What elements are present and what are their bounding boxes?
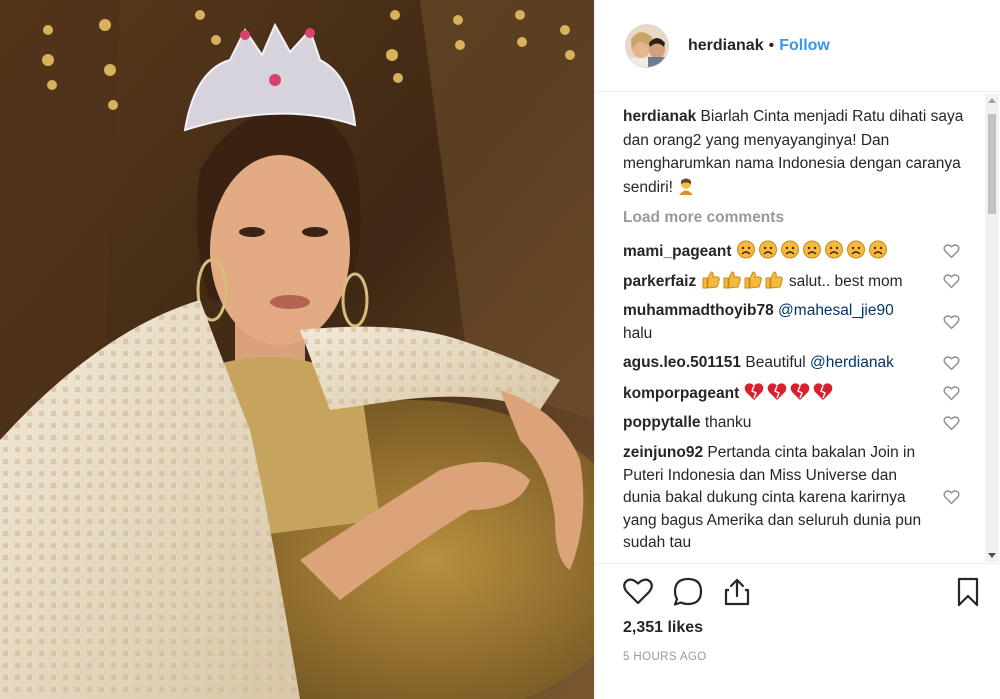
small-heart-icon[interactable] [943, 385, 960, 401]
disappointed-face-icon [736, 240, 887, 259]
small-heart-icon[interactable] [943, 489, 960, 505]
post-timestamp[interactable]: 5 HOURS AGO [623, 651, 707, 663]
comment-username[interactable]: agus.leo.501151 [623, 354, 741, 371]
bookmark-icon[interactable] [952, 576, 984, 608]
comment-username[interactable]: muhammadthoyib78 [623, 302, 774, 319]
comment-item: agus.leo.501151 Beautiful @herdianak [623, 352, 943, 375]
scrollbar-thumb[interactable] [988, 114, 996, 214]
caption-username[interactable]: herdianak [623, 108, 696, 125]
comments-list[interactable]: herdianak Biarlah Cinta menjadi Ratu dih… [595, 93, 1000, 563]
avatar[interactable] [625, 23, 669, 68]
broken-heart-icon [744, 383, 832, 400]
likes-count[interactable]: 2,351 likes [623, 619, 703, 637]
comment-username[interactable]: parkerfaiz [623, 273, 696, 290]
comment-mention[interactable]: @herdianak [810, 354, 894, 371]
comment-mention[interactable]: @mahesal_jie90 [778, 302, 894, 319]
scroll-down-arrow-icon[interactable] [988, 553, 996, 558]
post-header: herdianak • Follow [595, 0, 1000, 92]
comment-text: salut.. best mom [788, 273, 903, 290]
avatar-image [626, 24, 668, 67]
separator-dot: • [768, 36, 775, 54]
load-more-comments-link[interactable]: Load more comments [623, 209, 784, 227]
comment-text: Beautiful [745, 354, 806, 371]
post-author-username[interactable]: herdianak [688, 37, 764, 55]
comment-text: thanku [704, 414, 752, 431]
post-caption: herdianak Biarlah Cinta menjadi Ratu dih… [623, 105, 968, 199]
post-actions-bar [595, 570, 1000, 614]
small-heart-icon[interactable] [943, 314, 960, 330]
comments-scrollbar[interactable] [985, 94, 999, 562]
comment-item: zeinjuno92 Pertanda cinta bakalan Join i… [623, 442, 928, 555]
comment-text: halu [623, 324, 653, 342]
comment-item: komporpageant [623, 382, 943, 406]
share-icon[interactable] [721, 576, 753, 608]
comment-username[interactable]: poppytalle [623, 414, 701, 431]
scroll-up-arrow-icon[interactable] [988, 98, 996, 103]
comment-item: mami_pageant [623, 240, 943, 264]
small-heart-icon[interactable] [943, 355, 960, 371]
divider [595, 563, 1000, 564]
disappointed-face-emoji-group [736, 240, 890, 260]
thumbs-up-icon [702, 271, 783, 289]
heart-outline-icon[interactable] [622, 576, 654, 608]
small-heart-icon[interactable] [943, 243, 960, 259]
comment-username[interactable]: komporpageant [623, 385, 739, 402]
post-image [0, 0, 594, 699]
post-photo[interactable] [0, 0, 594, 699]
small-heart-icon[interactable] [943, 273, 960, 289]
person-gesturing-icon [679, 178, 694, 195]
comment-item: parkerfaiz salut.. best mom [623, 270, 943, 294]
comment-username[interactable]: mami_pageant [623, 243, 732, 260]
speech-bubble-icon[interactable] [672, 576, 704, 608]
comment-item: muhammadthoyib78 @mahesal_jie90 halu [623, 300, 943, 345]
post-details-panel: herdianak • Follow herdianak Biarlah Cin… [594, 0, 1000, 699]
small-heart-icon[interactable] [943, 415, 960, 431]
comment-item: poppytalle thanku [623, 412, 943, 435]
comment-username[interactable]: zeinjuno92 [623, 444, 703, 461]
follow-button[interactable]: Follow [779, 37, 830, 55]
